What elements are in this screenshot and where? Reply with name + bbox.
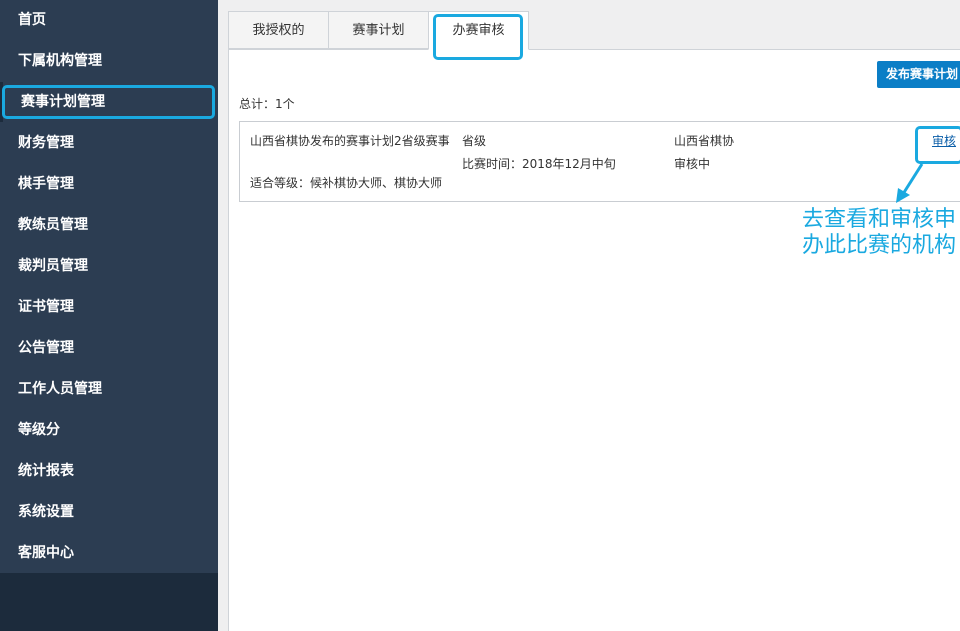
annotation-note: 去查看和审核申办此比赛的机构: [802, 207, 957, 258]
annotation-arrow-icon: [896, 163, 924, 203]
